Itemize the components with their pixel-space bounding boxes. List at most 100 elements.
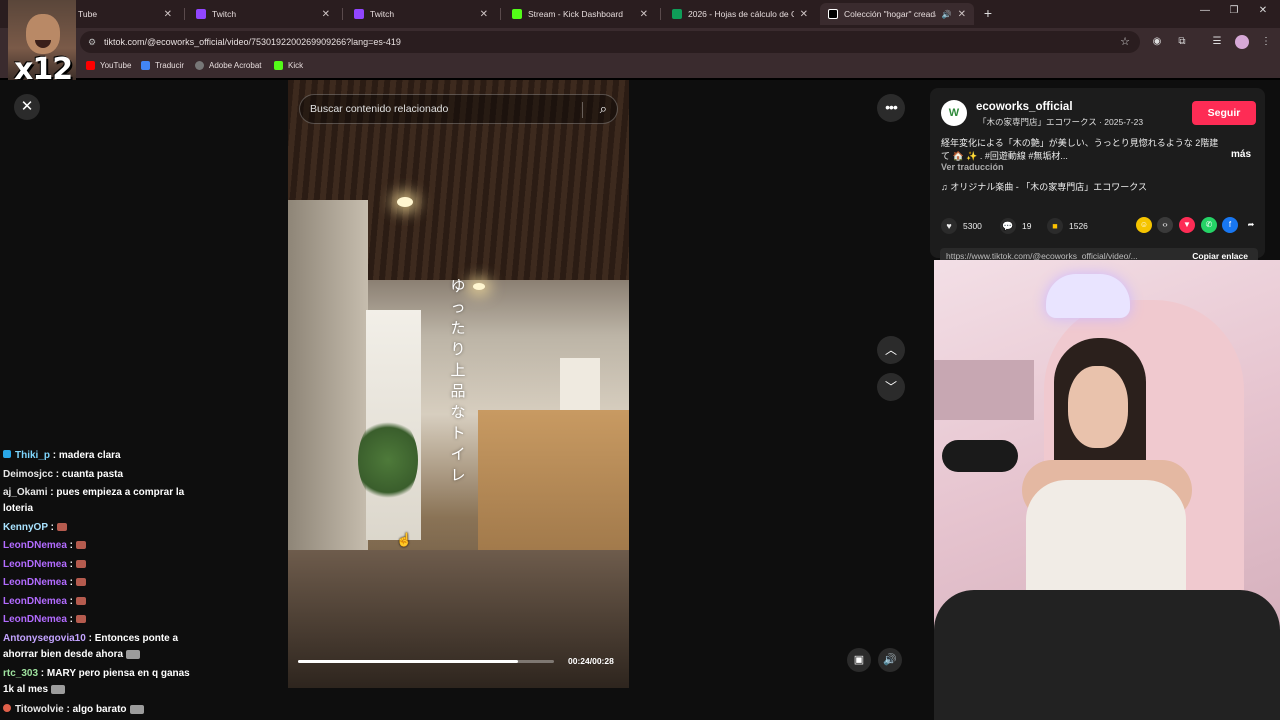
- chat-username[interactable]: rtc_303: [3, 668, 38, 679]
- chat-username[interactable]: Titowolvie: [15, 704, 64, 715]
- twitch-icon: [354, 9, 364, 19]
- bookmark-kick[interactable]: Kick: [274, 61, 303, 70]
- address-bar[interactable]: ⚙ tiktok.com/@ecoworks_official/video/75…: [80, 31, 1140, 53]
- video-player[interactable]: ゆったり上品なトイレ ☝: [288, 80, 629, 688]
- chat-message: KennyOP :: [3, 520, 203, 536]
- chat-username[interactable]: LeonDNemea: [3, 614, 67, 625]
- chat-message: LeonDNemea :: [3, 538, 203, 554]
- bookmark-youtube[interactable]: YouTube: [86, 61, 131, 70]
- reading-list-icon[interactable]: ☰: [1210, 35, 1224, 49]
- chat-emote-icon: [56, 523, 67, 532]
- tab-google-sheets[interactable]: 2026 - Hojas de cálculo de Goo ✕: [664, 3, 816, 25]
- tab-twitch-2[interactable]: Twitch ✕: [346, 3, 496, 25]
- like-button[interactable]: ♥ 5300: [941, 218, 982, 234]
- chat-username[interactable]: Deimosjcc: [3, 469, 53, 480]
- kick-icon: [274, 61, 283, 70]
- emote-face: [26, 14, 60, 54]
- extension-icon[interactable]: ◉: [1150, 35, 1164, 49]
- chat-text: :: [66, 596, 76, 607]
- chat-username[interactable]: LeonDNemea: [3, 540, 67, 551]
- tiktok-icon: [828, 9, 838, 19]
- chat-text: :: [66, 559, 76, 570]
- save-count: 1526: [1069, 221, 1088, 231]
- chat-username[interactable]: Thiki_p: [15, 450, 50, 461]
- tab-twitch-1[interactable]: Twitch ✕: [188, 3, 338, 25]
- video-lamp: [473, 283, 485, 290]
- chat-message: Antonysegovia10 : Entonces ponte a ahorr…: [3, 631, 203, 663]
- search-icon[interactable]: ⌕: [600, 101, 607, 117]
- tab-youtube[interactable]: Tube ✕: [70, 3, 180, 25]
- related-search-input[interactable]: Buscar contenido relacionado ⌕: [299, 94, 618, 124]
- more-options-button[interactable]: •••: [877, 94, 905, 122]
- music-link[interactable]: ♫ オリジナル楽曲 - 「木の家専門店」エコワークス: [941, 180, 1147, 193]
- close-icon[interactable]: ✕: [480, 9, 488, 20]
- chat-message: Deimosjcc : cuanta pasta: [3, 467, 203, 483]
- extensions-puzzle-icon[interactable]: ⧉: [1175, 35, 1189, 49]
- globe-icon: [195, 61, 204, 70]
- subscriber-badge-icon: [3, 450, 11, 458]
- embed-icon[interactable]: ‹›: [1157, 217, 1173, 233]
- chat-text: :: [66, 540, 76, 551]
- video-window: [560, 358, 600, 418]
- share-arrow-icon[interactable]: ➦: [1243, 217, 1259, 233]
- repost-icon[interactable]: ▼: [1179, 217, 1195, 233]
- tab-bar: Tube ✕ Twitch ✕ Twitch ✕ Stream - Kick D…: [0, 0, 1280, 28]
- video-wall: [288, 200, 368, 600]
- tab-kick-dashboard[interactable]: Stream - Kick Dashboard ✕: [504, 3, 656, 25]
- close-window-button[interactable]: ✕: [1256, 5, 1270, 16]
- bookmark-star-icon[interactable]: ☆: [1120, 31, 1130, 53]
- bookmark-label: Adobe Acrobat: [209, 61, 262, 70]
- close-icon[interactable]: ✕: [322, 9, 330, 20]
- volume-icon[interactable]: 🔊: [878, 648, 902, 672]
- video-progress-bar[interactable]: [298, 660, 554, 663]
- new-tab-button[interactable]: +: [980, 5, 996, 21]
- close-icon[interactable]: ✕: [958, 9, 966, 20]
- chat-username[interactable]: LeonDNemea: [3, 577, 67, 588]
- more-text-button[interactable]: más: [1231, 149, 1251, 160]
- chat-username[interactable]: LeonDNemea: [3, 559, 67, 570]
- address-bar-row: ⚙ tiktok.com/@ecoworks_official/video/75…: [0, 28, 1280, 56]
- chat-username[interactable]: Antonysegovia10: [3, 633, 86, 644]
- close-video-button[interactable]: ✕: [14, 94, 40, 120]
- creator-avatar[interactable]: W: [941, 100, 967, 126]
- tab-title: 2026 - Hojas de cálculo de Goo: [688, 9, 794, 19]
- restore-button[interactable]: ❐: [1227, 5, 1241, 16]
- close-icon[interactable]: ✕: [800, 9, 808, 20]
- save-button[interactable]: ■ 1526: [1047, 218, 1088, 234]
- speaker-icon[interactable]: 🔊: [942, 10, 952, 19]
- minimize-button[interactable]: —: [1198, 5, 1212, 16]
- bookmark-adobe-acrobat[interactable]: Adobe Acrobat: [195, 61, 261, 70]
- chat-text: :: [66, 577, 76, 588]
- video-floor: [288, 550, 629, 688]
- close-icon[interactable]: ✕: [640, 9, 648, 20]
- bookmark-label: YouTube: [100, 61, 132, 70]
- chat-text: : cuanta pasta: [53, 469, 124, 480]
- comment-button[interactable]: 💬 19: [1000, 218, 1031, 234]
- previous-video-button[interactable]: ︿: [877, 336, 905, 364]
- chat-username[interactable]: aj_Okami: [3, 487, 47, 498]
- next-video-button[interactable]: ﹀: [877, 373, 905, 401]
- chat-emote-icon: [126, 649, 141, 659]
- whatsapp-icon[interactable]: ✆: [1201, 217, 1217, 233]
- chat-text: :: [47, 522, 57, 533]
- twitch-icon: [196, 9, 206, 19]
- tab-tiktok-active[interactable]: Colección "hogar" creada p 🔊 ✕: [820, 3, 974, 25]
- friends-share-icon[interactable]: ☺: [1136, 217, 1152, 233]
- screen: Tube ✕ Twitch ✕ Twitch ✕ Stream - Kick D…: [0, 0, 1280, 720]
- close-icon[interactable]: ✕: [164, 9, 172, 20]
- profile-avatar[interactable]: [1235, 35, 1249, 49]
- creator-username[interactable]: ecoworks_official: [976, 101, 1073, 113]
- video-time: 00:24/00:28: [568, 656, 614, 666]
- facebook-icon[interactable]: f: [1222, 217, 1238, 233]
- chat-username[interactable]: LeonDNemea: [3, 596, 67, 607]
- translate-link[interactable]: Ver traducción: [941, 162, 1004, 172]
- floating-player-icon[interactable]: ▣: [847, 648, 871, 672]
- webcam-overlay: [934, 260, 1280, 720]
- follow-button[interactable]: Seguir: [1192, 101, 1256, 125]
- bookmark-traducir[interactable]: Traducir: [141, 61, 184, 70]
- menu-dots-icon[interactable]: ⋮: [1259, 35, 1273, 49]
- chat-emote-icon: [75, 578, 86, 587]
- heart-icon: ♥: [941, 218, 957, 234]
- site-info-icon[interactable]: ⚙: [88, 31, 96, 53]
- chat-username[interactable]: KennyOP: [3, 522, 48, 533]
